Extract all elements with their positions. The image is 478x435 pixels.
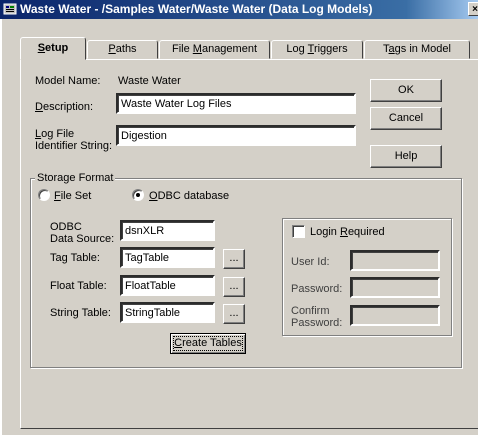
confirm-password-input[interactable]: [350, 305, 440, 326]
log-file-label: Log File: [35, 128, 75, 140]
float-table-label: Float Table:: [50, 280, 107, 292]
radio-odbc[interactable]: [132, 189, 144, 201]
description-label: Description:: [35, 101, 94, 113]
string-table-browse-button[interactable]: ...: [223, 304, 245, 324]
title-bar[interactable]: Waste Water - /Samples Water/Waste Water…: [0, 0, 478, 19]
login-required-label[interactable]: Login Required: [310, 226, 385, 238]
db-icon: [3, 2, 17, 16]
window-border: [0, 19, 2, 435]
tag-table-input[interactable]: TagTable: [120, 247, 215, 268]
confirm-password-label-line2: Password:: [291, 317, 343, 329]
password-label: Password:: [291, 283, 343, 295]
user-id-label: User Id:: [291, 256, 330, 268]
tab-tags-in-model[interactable]: Tags in Model: [364, 40, 470, 59]
odbc-label-line2: Data Source:: [50, 233, 115, 245]
cancel-button[interactable]: Cancel: [370, 107, 442, 130]
string-table-input[interactable]: StringTable: [120, 302, 215, 323]
model-name-label: Model Name:: [35, 75, 101, 87]
storage-format-legend: Storage Format: [35, 172, 116, 184]
float-table-input[interactable]: FloatTable: [120, 275, 215, 296]
close-icon[interactable]: ×: [468, 2, 478, 16]
log-file-identifier-input[interactable]: Digestion: [116, 125, 356, 146]
tab-setup[interactable]: Setup: [20, 37, 86, 60]
float-table-browse-button[interactable]: ...: [223, 277, 245, 297]
ok-button[interactable]: OK: [370, 79, 442, 102]
string-table-label: String Table:: [50, 307, 111, 319]
radio-file-set[interactable]: [38, 189, 50, 201]
tab-log-triggers[interactable]: Log Triggers: [271, 40, 363, 59]
tab-file-management[interactable]: File Management: [159, 40, 270, 59]
description-input[interactable]: Waste Water Log Files: [116, 93, 356, 114]
password-input[interactable]: [350, 277, 440, 298]
login-required-checkbox[interactable]: [292, 225, 305, 238]
user-id-input[interactable]: [350, 250, 440, 271]
create-tables-button[interactable]: Create Tables: [170, 333, 246, 354]
radio-selected-dot: [136, 193, 140, 197]
odbc-data-source-input[interactable]: dsnXLR: [120, 220, 215, 241]
log-file-label-line2: Identifier String:: [35, 140, 113, 152]
radio-file-set-label[interactable]: File Set: [54, 190, 91, 202]
model-name-value: Waste Water: [118, 75, 181, 87]
confirm-password-label: Confirm: [291, 305, 330, 317]
tag-table-label: Tag Table:: [50, 252, 100, 264]
tag-table-browse-button[interactable]: ...: [223, 249, 245, 269]
help-button[interactable]: Help: [370, 145, 442, 168]
window-title: Waste Water - /Samples Water/Waste Water…: [20, 2, 373, 16]
radio-odbc-label[interactable]: ODBC database: [149, 190, 229, 202]
tab-paths[interactable]: Paths: [87, 40, 158, 59]
odbc-label: ODBC: [50, 221, 82, 233]
